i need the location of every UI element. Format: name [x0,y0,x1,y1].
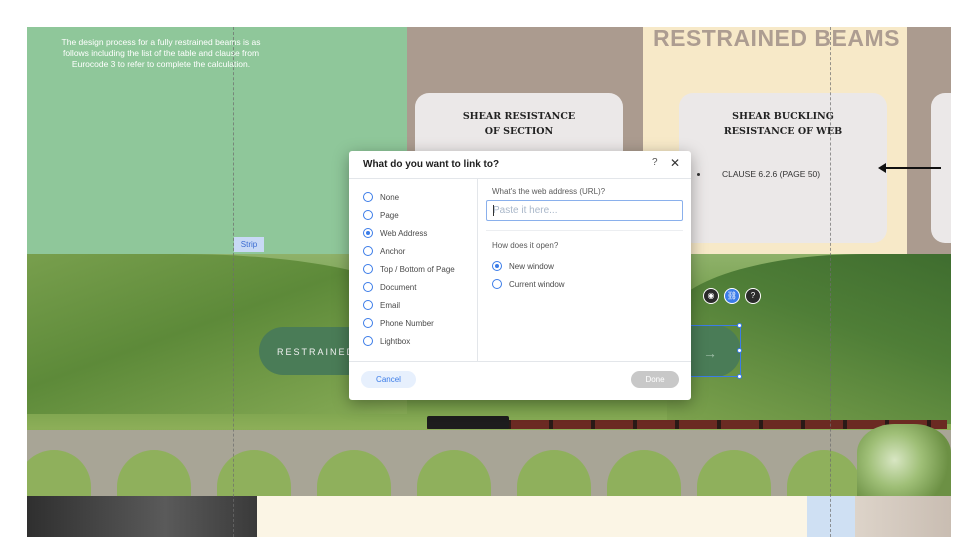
done-button[interactable]: Done [631,371,679,388]
locomotive [427,416,509,429]
section-heading[interactable]: RESTRAINED BEAMS [653,27,913,52]
url-field-label: What's the web address (URL)? [492,187,606,196]
header-divider [349,178,691,179]
option-label: None [380,192,400,202]
radio-icon[interactable] [363,300,373,310]
resize-handle[interactable] [737,323,742,328]
restrained-button-label: RESTRAINED [277,347,356,357]
radio-icon[interactable] [363,318,373,328]
option-label: Lightbox [380,336,411,346]
radio-icon[interactable] [363,336,373,346]
guide-line [830,27,831,537]
intro-paragraph[interactable]: The design process for a fully restraine… [61,37,261,70]
trees [857,424,951,496]
option-label: New window [509,261,554,271]
option-label: Email [380,300,401,310]
option-label: Web Address [380,228,428,238]
resize-handle[interactable] [737,374,742,379]
editor-viewport: The design process for a fully restraine… [0,0,963,552]
card-bullet: CLAUSE 6.2.6 (PAGE 50) [697,169,820,179]
guide-line [233,27,234,537]
strip-label[interactable]: Strip [234,237,264,252]
close-icon[interactable]: ✕ [670,156,680,170]
dialog-title: What do you want to link to? [363,159,500,170]
column-divider [477,179,478,361]
bottom-image[interactable] [27,496,257,537]
option-label: Current window [509,279,565,289]
option-label: Top / Bottom of Page [380,264,455,274]
help-icon[interactable]: ? [745,288,761,304]
open-current-window[interactable]: Current window [492,277,565,291]
radio-icon[interactable] [363,264,373,274]
bottom-cream-panel[interactable] [257,496,807,537]
resize-handle[interactable] [737,348,742,353]
link-type-lightbox[interactable]: Lightbox [363,334,410,348]
option-label: Document [380,282,417,292]
option-label: Anchor [380,246,406,256]
link-dialog: What do you want to link to? ? ✕ None Pa… [349,151,691,400]
card-title-line1: SHEAR BUCKLING [732,111,834,122]
radio-icon[interactable] [363,192,373,202]
url-input[interactable] [486,200,683,221]
link-type-phone[interactable]: Phone Number [363,316,434,330]
link-type-web-address[interactable]: Web Address [363,226,427,240]
link-type-page[interactable]: Page [363,208,399,222]
left-arrow-icon [880,167,941,169]
link-type-top-bottom[interactable]: Top / Bottom of Page [363,262,455,276]
help-icon[interactable]: ? [652,157,658,168]
option-label: Phone Number [380,318,434,328]
arrow-head-icon [878,163,886,173]
card-shear-buckling[interactable]: SHEAR BUCKLING RESISTANCE OF WEB CLAUSE … [679,93,887,243]
link-icon[interactable]: ⛓ [724,288,740,304]
open-label: How does it open? [492,241,559,250]
card-title-line1: SHEAR RESISTANCE [462,111,576,122]
link-type-none[interactable]: None [363,190,399,204]
bullet-dot-icon [697,173,700,177]
radio-icon[interactable] [492,279,502,289]
text-caret [493,205,494,216]
animation-icon[interactable]: ◉ [703,288,719,304]
radio-icon[interactable] [363,210,373,220]
radio-icon[interactable] [363,282,373,292]
radio-checked-icon[interactable] [363,228,373,238]
selection-band [807,496,855,537]
link-type-document[interactable]: Document [363,280,416,294]
cancel-button[interactable]: Cancel [361,371,416,388]
link-type-email[interactable]: Email [363,298,400,312]
footer-divider [349,361,691,362]
radio-checked-icon[interactable] [492,261,502,271]
card-title-line2: RESISTANCE OF WEB [723,126,843,137]
card-title-line2: OF SECTION [484,126,554,137]
section-divider [486,230,683,231]
open-new-window[interactable]: New window [492,259,554,273]
option-label: Page [380,210,399,220]
card-bullet-text: CLAUSE 6.2.6 (PAGE 50) [722,169,821,179]
link-type-anchor[interactable]: Anchor [363,244,405,258]
radio-icon[interactable] [363,246,373,256]
